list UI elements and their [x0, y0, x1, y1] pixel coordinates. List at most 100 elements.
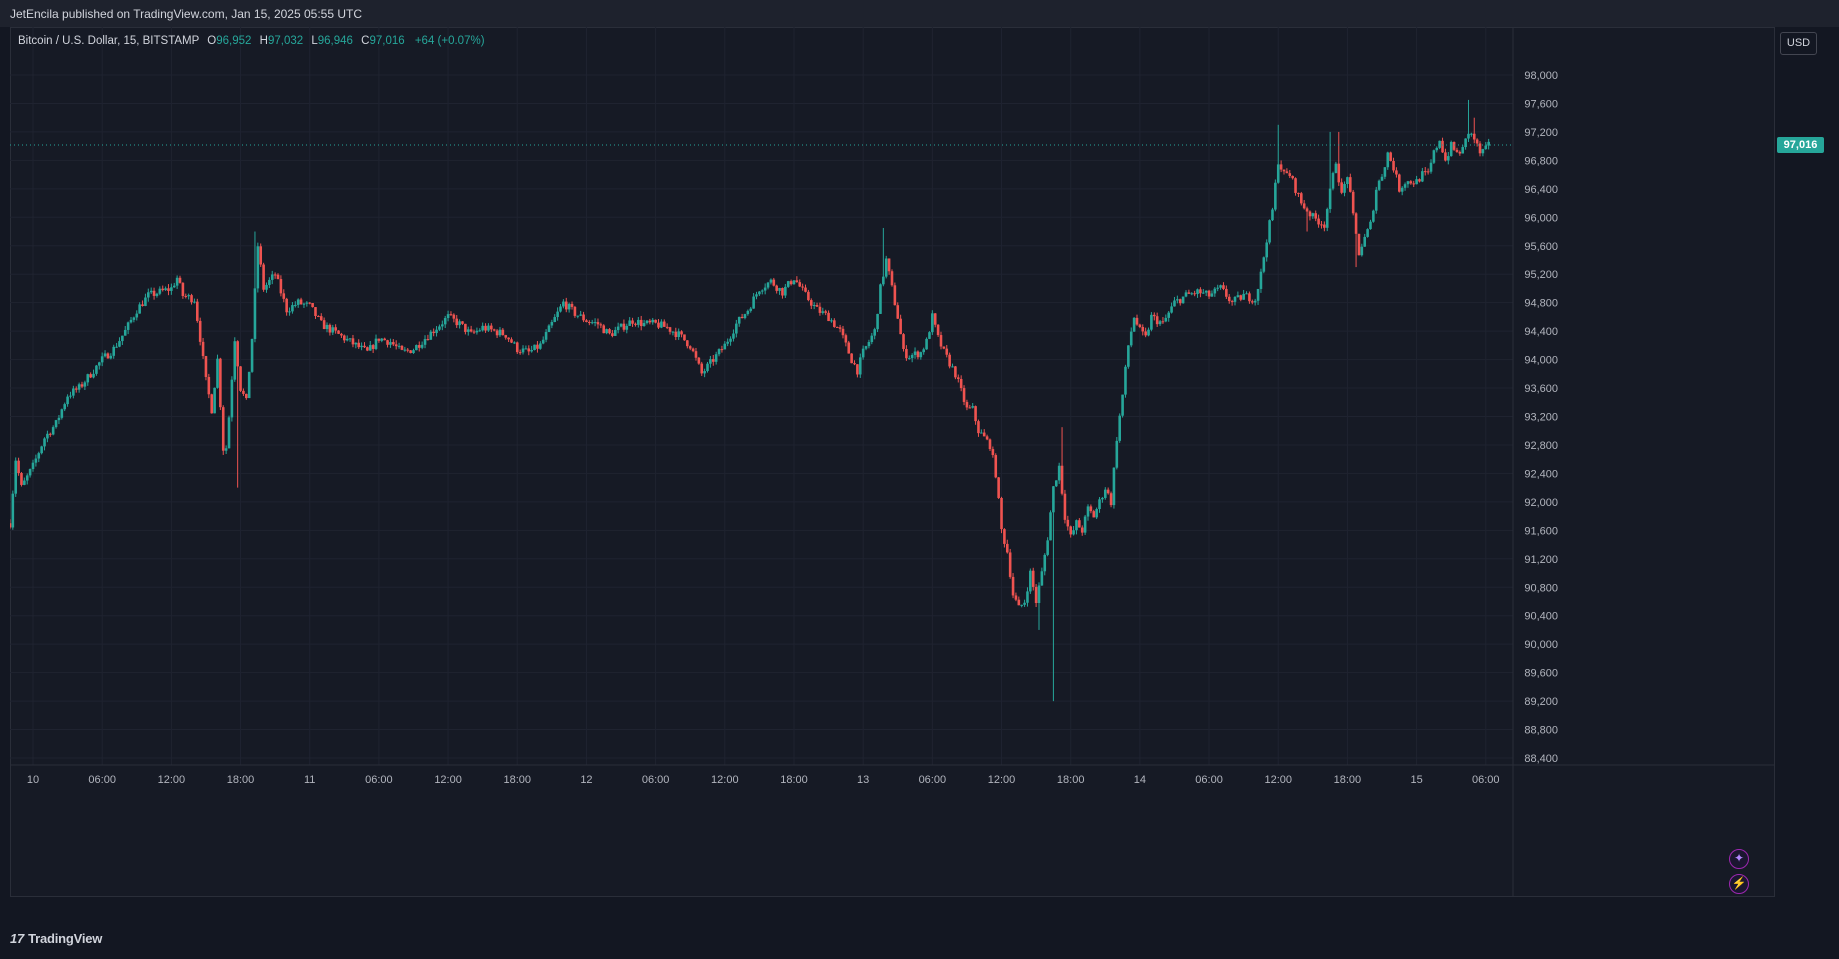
- candle-body: [887, 258, 891, 272]
- candle-body: [196, 301, 199, 321]
- candle-body: [674, 331, 678, 337]
- candle-body: [1377, 180, 1381, 190]
- x-tick-label: 13: [857, 774, 869, 786]
- candle-body: [735, 323, 738, 334]
- candle-body: [847, 342, 851, 354]
- candle-body: [625, 325, 629, 330]
- currency-button[interactable]: USD: [1780, 32, 1817, 55]
- spark-icon[interactable]: ✦: [1729, 849, 1749, 869]
- candle-body: [1103, 489, 1107, 498]
- x-tick-label: 12:00: [711, 774, 739, 786]
- candle-body: [784, 286, 787, 296]
- candle-body: [758, 291, 761, 295]
- tradingview-footer[interactable]: 17 TradingView: [10, 931, 102, 946]
- candle-body: [1400, 187, 1404, 192]
- candle-body: [285, 298, 288, 313]
- high-label: H: [259, 35, 268, 47]
- candle-body: [910, 354, 914, 359]
- candle-body: [1069, 526, 1072, 535]
- candle-body: [634, 323, 637, 325]
- candle-body: [775, 285, 778, 291]
- candle-body: [443, 318, 447, 325]
- x-tick-label: 06:00: [88, 774, 116, 786]
- x-tick-label: 12:00: [434, 774, 462, 786]
- y-tick-label: 94,000: [1524, 355, 1558, 367]
- candle-body: [977, 421, 980, 434]
- candle-body: [919, 352, 923, 358]
- candle-body: [1250, 301, 1254, 303]
- candle-body: [884, 258, 888, 277]
- candle-body: [403, 349, 407, 351]
- x-tick-label: 12: [580, 774, 592, 786]
- candle-body: [472, 331, 476, 333]
- candle-body: [170, 287, 173, 291]
- y-tick-label: 88,800: [1524, 725, 1558, 737]
- candle-body: [432, 331, 435, 334]
- candle-body: [343, 335, 346, 341]
- candle-body: [1421, 171, 1424, 182]
- candle-body: [123, 329, 127, 336]
- candle-body: [389, 342, 392, 345]
- candle-body: [954, 366, 957, 378]
- lightning-icon[interactable]: ⚡: [1729, 874, 1749, 894]
- candle-body: [409, 350, 412, 354]
- candle-body: [991, 449, 995, 456]
- candle-body: [1478, 143, 1482, 154]
- candle-body: [1207, 290, 1211, 297]
- candle-body: [72, 388, 75, 396]
- x-tick-label: 12:00: [158, 774, 186, 786]
- candle-body: [1403, 184, 1407, 188]
- candle-body: [567, 303, 571, 310]
- candle-body: [749, 308, 753, 311]
- candle-body: [1187, 292, 1191, 294]
- candle-body: [495, 330, 499, 336]
- candle-body: [135, 313, 139, 318]
- candle-body: [870, 335, 874, 343]
- symbol-title[interactable]: Bitcoin / U.S. Dollar, 15, BITSTAMP: [18, 35, 199, 47]
- candle-body: [916, 351, 920, 358]
- candle-body: [1337, 163, 1341, 183]
- candle-body: [1078, 520, 1081, 528]
- candle-body: [276, 274, 280, 280]
- candle-body: [282, 293, 286, 299]
- candle-body: [66, 396, 69, 405]
- candle-body: [982, 432, 986, 437]
- candle-body: [1115, 440, 1119, 468]
- candle-body: [397, 345, 401, 347]
- candle-body: [521, 348, 525, 353]
- y-tick-label: 91,600: [1524, 525, 1558, 537]
- candle-body: [193, 301, 196, 303]
- candle-body: [1328, 188, 1332, 210]
- candle-body: [164, 288, 167, 291]
- candle-body: [1360, 246, 1364, 256]
- candle-body: [1201, 292, 1205, 294]
- candle-body: [43, 438, 46, 447]
- candle-body: [1346, 177, 1349, 184]
- candle-body: [1432, 150, 1436, 163]
- candle-body: [933, 313, 937, 325]
- candle-body: [1447, 156, 1450, 161]
- candle-body: [1320, 224, 1323, 226]
- candle-body: [1008, 552, 1012, 577]
- candle-body: [1181, 296, 1185, 304]
- candle-body: [1369, 221, 1372, 230]
- candlestick-chart[interactable]: 98,000 97,600 97,200 96,800 96,400 96,000 95,6…: [10, 27, 1775, 897]
- candle-body: [1152, 314, 1156, 317]
- candle-body: [611, 333, 614, 336]
- candle-body: [1210, 293, 1214, 297]
- candle-body: [1236, 295, 1240, 297]
- candle-body: [210, 394, 214, 414]
- candle-body: [288, 311, 291, 313]
- candle-body: [873, 329, 876, 336]
- y-tick-label: 88,400: [1524, 753, 1558, 765]
- candle-body: [1239, 295, 1243, 300]
- candle-body: [1386, 152, 1390, 168]
- candle-body: [1285, 171, 1289, 174]
- candle-body: [1150, 314, 1153, 330]
- candle-body: [1031, 570, 1035, 587]
- candle-body: [201, 341, 205, 357]
- candle-body: [818, 306, 822, 313]
- candle-body: [1314, 213, 1318, 219]
- candle-body: [1458, 151, 1462, 154]
- brand-name: TradingView: [28, 931, 103, 946]
